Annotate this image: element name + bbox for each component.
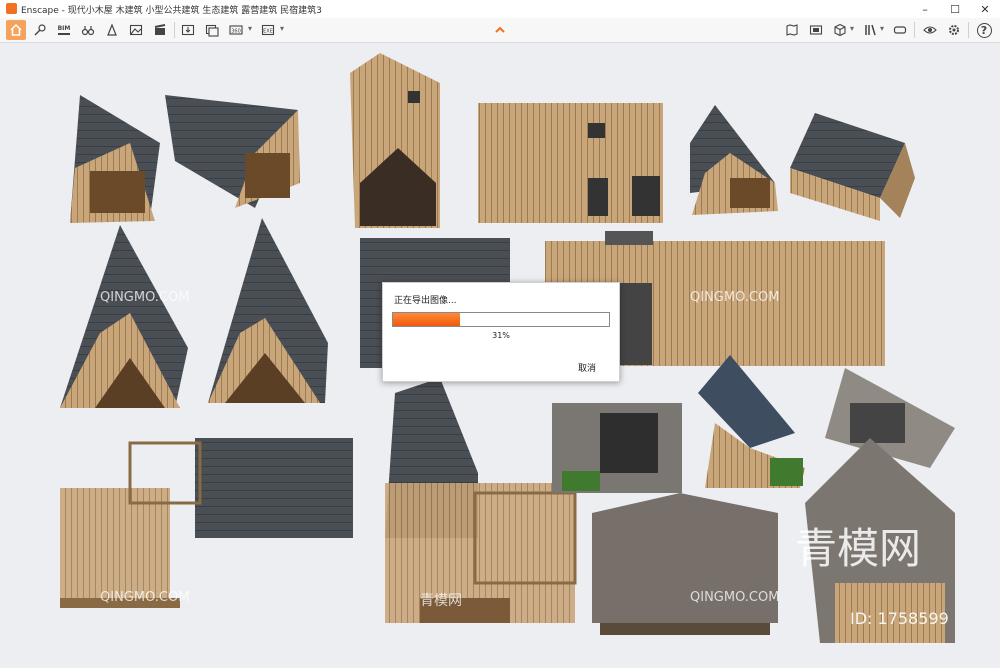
export-progress-fill bbox=[393, 313, 460, 326]
chevron-down-icon[interactable]: ▾ bbox=[850, 24, 854, 33]
cube-icon[interactable] bbox=[830, 20, 850, 40]
svg-text:360: 360 bbox=[231, 29, 241, 35]
watermark-text: QINGMO.COM bbox=[690, 290, 780, 305]
cabin-model bbox=[350, 53, 440, 228]
views-icon[interactable] bbox=[806, 20, 826, 40]
visual-settings-icon[interactable] bbox=[920, 20, 940, 40]
toolbar-separator bbox=[174, 22, 175, 38]
cabin-model bbox=[70, 95, 160, 223]
export-progress-percent: 31% bbox=[492, 331, 510, 340]
cabin-model bbox=[790, 113, 915, 221]
chevron-down-icon[interactable]: ▾ bbox=[880, 24, 884, 33]
watermark-text: QINGMO.COM bbox=[100, 290, 190, 305]
chevron-down-icon[interactable]: ▾ bbox=[280, 24, 284, 33]
enscape-logo-icon bbox=[6, 3, 17, 14]
maximize-icon[interactable]: ☐ bbox=[940, 0, 970, 18]
navigation-icon[interactable] bbox=[30, 20, 50, 40]
help-icon[interactable]: ? bbox=[974, 20, 994, 40]
asset-library-icon[interactable] bbox=[102, 20, 122, 40]
exe-export-icon[interactable]: EXE bbox=[258, 20, 278, 40]
window-title: Enscape - 现代小木屋 木建筑 小型公共建筑 生态建筑 露营建筑 民宿建… bbox=[21, 6, 322, 16]
batch-render-icon[interactable] bbox=[202, 20, 222, 40]
binoculars-icon[interactable] bbox=[78, 20, 98, 40]
cabin-model bbox=[552, 403, 682, 493]
home-icon[interactable] bbox=[6, 20, 26, 40]
help-label: ? bbox=[976, 22, 992, 38]
clapper-icon[interactable] bbox=[150, 20, 170, 40]
map-icon[interactable] bbox=[782, 20, 802, 40]
watermark-text: QINGMO.COM bbox=[690, 590, 780, 605]
chevron-down-icon[interactable]: ▾ bbox=[248, 24, 252, 33]
cabin-model bbox=[165, 95, 300, 208]
library-books-icon[interactable] bbox=[860, 20, 880, 40]
export-progress-bar bbox=[392, 312, 610, 327]
bim-label: BIM bbox=[57, 25, 71, 35]
export-dialog-title: 正在导出图像... bbox=[394, 296, 457, 306]
cabin-model bbox=[592, 493, 778, 635]
watermark-text: QINGMO.COM bbox=[100, 590, 190, 605]
panorama-export-icon[interactable]: 360 bbox=[226, 20, 246, 40]
cabin-model bbox=[60, 225, 188, 408]
svg-text:EXE: EXE bbox=[263, 29, 273, 35]
cabin-model bbox=[385, 378, 577, 623]
toolbar-separator bbox=[968, 22, 969, 38]
toolbar-separator bbox=[914, 22, 915, 38]
bim-icon[interactable]: BIM bbox=[54, 20, 74, 40]
settings-icon[interactable] bbox=[944, 20, 964, 40]
cabin-model bbox=[690, 105, 778, 215]
watermark-logo: 青模网 bbox=[795, 524, 922, 573]
mountain-icon[interactable] bbox=[126, 20, 146, 40]
cabin-model bbox=[478, 103, 663, 223]
watermark-id: ID: 1758599 bbox=[850, 609, 949, 628]
export-progress-dialog: 正在导出图像... 31% 取消 bbox=[382, 282, 620, 382]
cabin-model bbox=[208, 218, 328, 403]
watermark-text: 青模网 bbox=[420, 593, 462, 609]
close-icon[interactable]: ✕ bbox=[970, 0, 1000, 18]
screenshot-export-icon[interactable] bbox=[178, 20, 198, 40]
minimize-icon[interactable]: – bbox=[910, 0, 940, 18]
collapse-toolbar-chevron-icon[interactable] bbox=[493, 19, 507, 33]
cabin-model bbox=[698, 355, 805, 488]
cancel-button[interactable]: 取消 bbox=[578, 361, 596, 374]
title-bar: Enscape - 现代小木屋 木建筑 小型公共建筑 生态建筑 露营建筑 民宿建… bbox=[0, 0, 1000, 18]
vr-headset-icon[interactable] bbox=[890, 20, 910, 40]
cabin-model bbox=[60, 438, 353, 608]
cabin-model bbox=[825, 368, 955, 468]
